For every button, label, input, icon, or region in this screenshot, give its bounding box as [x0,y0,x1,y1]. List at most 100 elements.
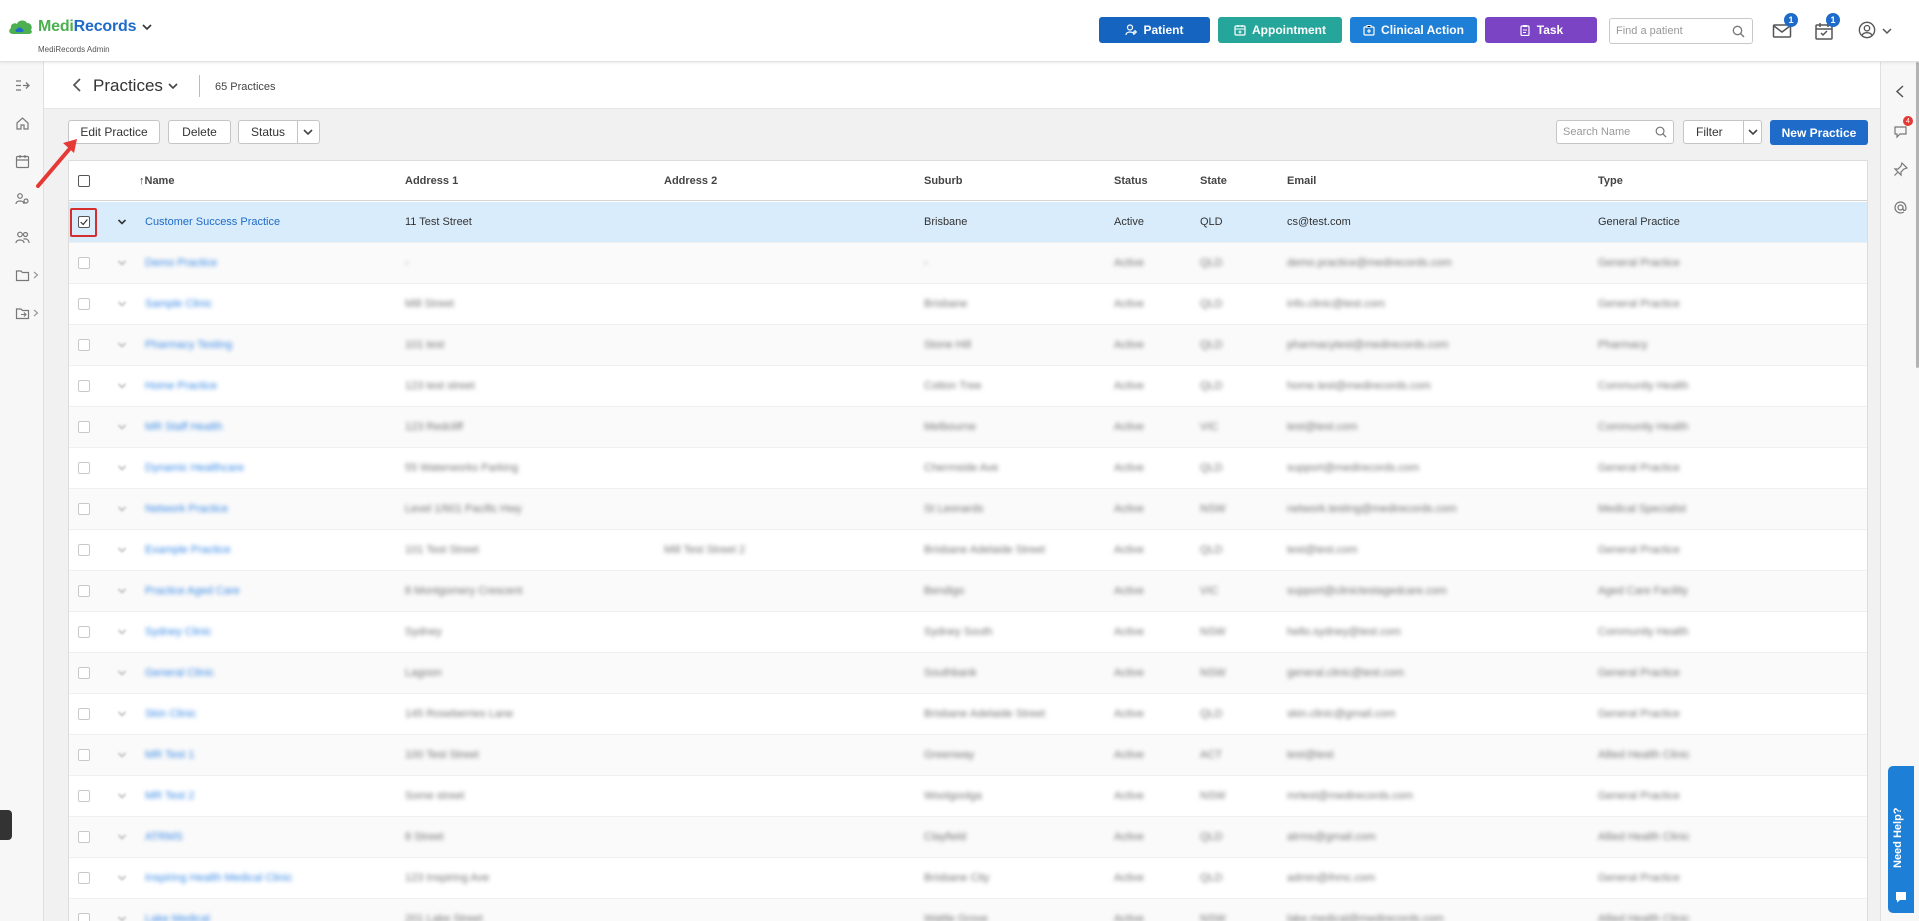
row-checkbox[interactable] [78,585,90,597]
search-icon[interactable] [1655,126,1667,138]
column-address2[interactable]: Address 2 [664,175,717,187]
cell-name[interactable]: Practice Aged Care [145,585,240,597]
status-dropdown[interactable]: Status [238,120,320,144]
row-checkbox[interactable] [78,872,90,884]
row-expand-icon[interactable] [117,381,127,391]
patient-search-box[interactable] [1609,18,1753,44]
back-arrow-icon[interactable] [72,77,82,93]
new-practice-button[interactable]: New Practice [1770,120,1868,145]
cell-name[interactable]: Network Practice [145,503,228,515]
row-expand-icon[interactable] [117,668,127,678]
row-expand-icon[interactable] [117,422,127,432]
row-expand-icon[interactable] [117,791,127,801]
users-icon[interactable] [15,230,30,245]
table-row[interactable]: Dynamic Healthcare 55 Waterworks Parking C… [69,448,1867,489]
row-expand-icon[interactable] [117,914,127,921]
chevron-right-icon[interactable] [33,309,39,317]
table-row[interactable]: Skin Clinic 145 Roseberries Lane Brisbane … [69,694,1867,735]
user-avatar-icon[interactable] [1857,21,1877,39]
row-expand-icon[interactable] [117,504,127,514]
table-row[interactable]: Inspiring Health Medical Clinic 123 Inspi… [69,858,1867,899]
column-name[interactable]: ↑Name [139,175,174,187]
patient-search-input[interactable] [1616,25,1726,37]
row-checkbox[interactable] [78,462,90,474]
table-row[interactable]: ATRMS 8 Street Clayfield Active QLD atrms@gma… [69,817,1867,858]
row-checkbox[interactable] [78,831,90,843]
row-checkbox[interactable] [78,626,90,638]
cell-name[interactable]: Customer Success Practice [145,216,280,228]
row-checkbox[interactable] [78,790,90,802]
row-expand-icon[interactable] [117,463,127,473]
table-row[interactable]: Lake Medical 201 Lake Street Wattle Grove A… [69,899,1867,921]
cell-name[interactable]: Skin Clinic [145,708,196,720]
table-row[interactable]: Network Practice Level 1/601 Pacific Hwy S… [69,489,1867,530]
cell-name[interactable]: Home Practice [145,380,217,392]
table-row[interactable]: Sydney Clinic Sydney Sydney South Active NSW… [69,612,1867,653]
table-row[interactable]: Practice Aged Care 8 Montgomery Crescent B… [69,571,1867,612]
search-name-box[interactable] [1556,120,1674,144]
need-help-tab[interactable]: Need Help? [1888,766,1914,913]
search-icon[interactable] [1732,25,1745,38]
row-expand-icon[interactable] [117,832,127,842]
row-expand-icon[interactable] [117,258,127,268]
cell-name[interactable]: Sydney Clinic [145,626,212,638]
chevron-down-icon[interactable] [1748,129,1758,136]
collapse-chevron-icon[interactable] [1893,84,1908,99]
row-expand-icon[interactable] [117,340,127,350]
at-sign-icon[interactable] [1893,200,1908,215]
search-name-input[interactable] [1563,126,1653,138]
table-row[interactable]: Customer Success Practice 11 Test Street B… [69,202,1867,243]
chevron-down-icon[interactable] [303,129,313,136]
delete-button[interactable]: Delete [168,120,231,144]
row-checkbox[interactable] [78,380,90,392]
new-patient-button[interactable]: Patient [1099,17,1210,43]
folder-icon[interactable] [15,268,30,283]
row-expand-icon[interactable] [117,750,127,760]
pin-icon[interactable] [1893,162,1908,177]
row-expand-icon[interactable] [117,586,127,596]
cell-name[interactable]: Pharmacy Testing [145,339,232,351]
cell-name[interactable]: ATRMS [145,831,183,843]
row-expand-icon[interactable] [117,545,127,555]
column-state[interactable]: State [1200,175,1227,187]
table-row[interactable]: MR Test 1 100 Test Street Greenway Active AC… [69,735,1867,776]
table-row[interactable]: Example Practice 101 Test Street Mill Test… [69,530,1867,571]
row-checkbox[interactable] [78,257,90,269]
cell-name[interactable]: MR Test 1 [145,749,194,761]
row-expand-icon[interactable] [117,627,127,637]
row-expand-icon[interactable] [117,709,127,719]
cell-name[interactable]: Dynamic Healthcare [145,462,244,474]
chevron-right-icon[interactable] [33,271,39,279]
folder-export-icon[interactable] [15,306,30,321]
cell-name[interactable]: Example Practice [145,544,231,556]
table-row[interactable]: Sample Clinic Mill Street Brisbane Active QL… [69,284,1867,325]
home-icon[interactable] [15,116,30,131]
brand-logo[interactable]: MediRecords [8,18,152,36]
chevron-down-icon[interactable] [1882,27,1892,35]
column-type[interactable]: Type [1598,175,1623,187]
clinical-action-button[interactable]: Clinical Action [1350,17,1477,43]
table-row[interactable]: Home Practice 123 test street Cotton Tree A… [69,366,1867,407]
row-expand-icon[interactable] [117,299,127,309]
side-drawer-tab[interactable] [0,810,12,840]
row-expand-icon[interactable] [117,873,127,883]
expand-menu-icon[interactable] [15,78,30,93]
cell-name[interactable]: MR Test 2 [145,790,194,802]
row-checkbox[interactable] [78,708,90,720]
row-checkbox[interactable] [78,503,90,515]
cell-name[interactable]: General Clinic [145,667,214,679]
column-status[interactable]: Status [1114,175,1148,187]
row-checkbox[interactable] [78,421,90,433]
column-address1[interactable]: Address 1 [405,175,458,187]
new-appointment-button[interactable]: Appointment [1218,17,1342,43]
row-checkbox[interactable] [78,749,90,761]
table-row[interactable]: General Clinic Lagoon Southbank Active NSW ge… [69,653,1867,694]
row-checkbox[interactable] [78,667,90,679]
calendar-icon[interactable] [15,154,30,169]
chevron-down-icon[interactable] [142,22,152,32]
cell-name[interactable]: MR Staff Health [145,421,222,433]
new-task-button[interactable]: Task [1485,17,1597,43]
cell-name[interactable]: Sample Clinic [145,298,212,310]
row-checkbox[interactable] [78,339,90,351]
chevron-down-icon[interactable] [168,82,178,90]
